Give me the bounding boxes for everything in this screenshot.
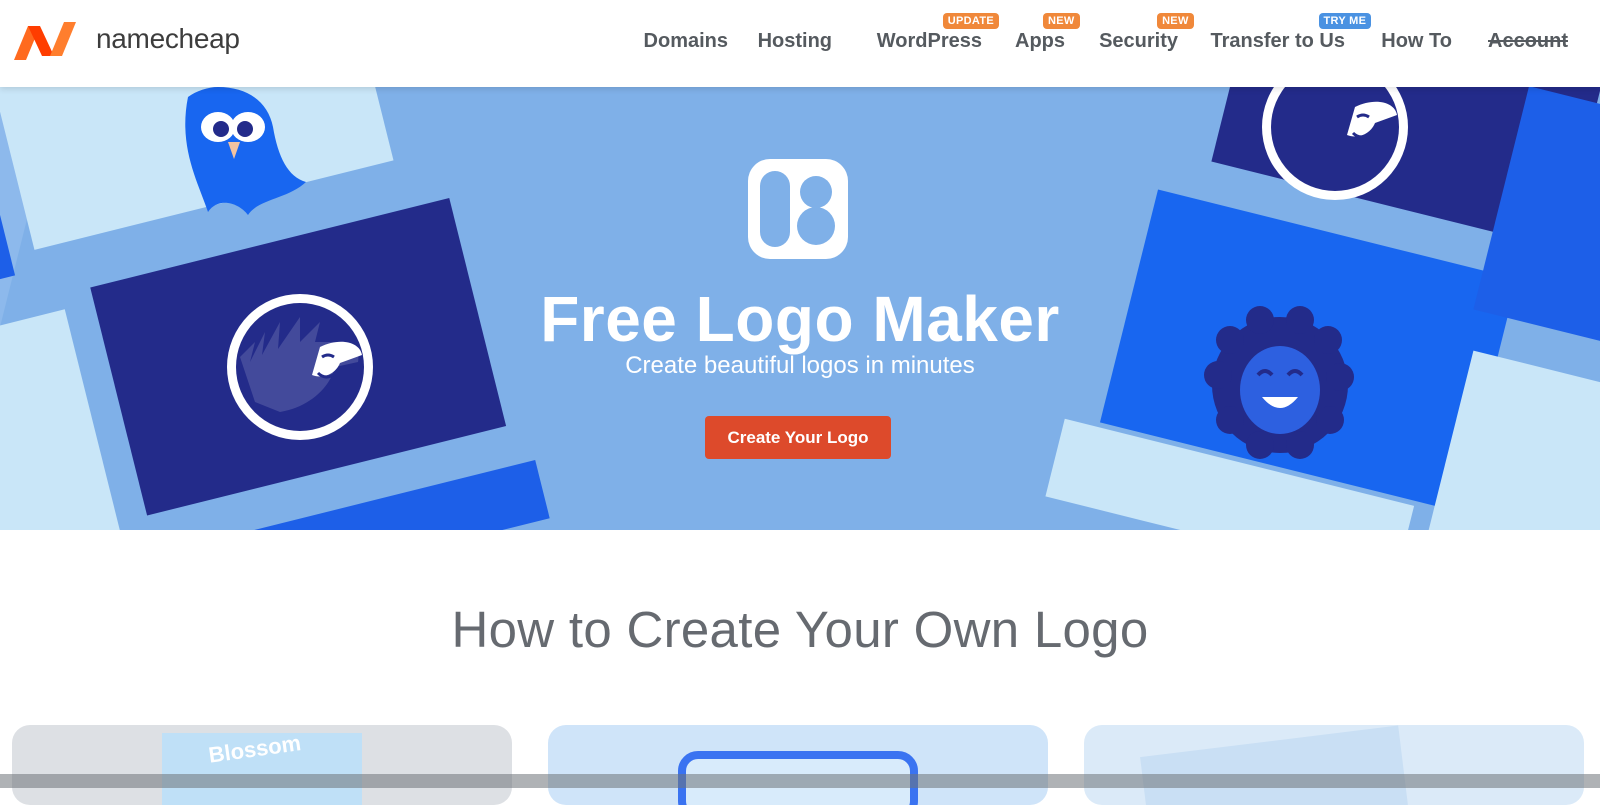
namecheap-logo-icon xyxy=(14,22,76,60)
nav-wordpress[interactable]: UPDATE WordPress xyxy=(876,13,999,53)
try-me-badge: TRY ME xyxy=(1318,13,1372,29)
hero-content: Free Logo Maker Create beautiful logos i… xyxy=(0,87,1600,530)
hero-title: Free Logo Maker xyxy=(540,283,1060,355)
step-card[interactable] xyxy=(1084,725,1584,805)
nav-how-to[interactable]: How To xyxy=(1381,30,1452,53)
bottom-overlay-bar xyxy=(0,774,1600,788)
step-card[interactable]: Blossom xyxy=(12,725,512,805)
nav-how-to-label: How To xyxy=(1381,30,1452,52)
hero-banner: Free Logo Maker Create beautiful logos i… xyxy=(0,87,1600,530)
nav-security[interactable]: NEW Security xyxy=(1099,13,1194,53)
nav-apps[interactable]: NEW Apps xyxy=(1015,13,1080,53)
create-your-logo-button[interactable]: Create Your Logo xyxy=(705,416,891,459)
brand-name: namecheap xyxy=(96,23,240,54)
nav-hosting-label: Hosting xyxy=(757,30,832,52)
card-preview-image xyxy=(1140,725,1408,805)
hero-subtitle: Create beautiful logos in minutes xyxy=(625,352,975,379)
nav-domains-label: Domains xyxy=(643,30,728,52)
nav-account[interactable]: Account xyxy=(1488,30,1568,53)
nav-transfer-label: Transfer to Us xyxy=(1210,30,1345,52)
nav-apps-label: Apps xyxy=(1015,30,1065,52)
nav-domains[interactable]: Domains xyxy=(644,30,728,53)
step-card[interactable] xyxy=(548,725,1048,805)
update-badge: UPDATE xyxy=(942,13,999,29)
nav-transfer-to-us[interactable]: TRY ME Transfer to Us xyxy=(1210,13,1372,53)
nav-security-label: Security xyxy=(1099,30,1178,52)
section-title: How to Create Your Own Logo xyxy=(451,601,1149,658)
nav-hosting[interactable]: Hosting xyxy=(758,30,832,53)
logo-maker-app-icon xyxy=(748,159,848,259)
new-badge-apps: NEW xyxy=(1043,13,1080,29)
namecheap-logo[interactable]: namecheap xyxy=(10,14,240,68)
nav-account-label: Account xyxy=(1488,30,1568,52)
site-header: namecheap Domains Hosting UPDATE WordPre… xyxy=(0,0,1600,87)
nav-wordpress-label: WordPress xyxy=(876,30,982,52)
new-badge-security: NEW xyxy=(1157,13,1194,29)
